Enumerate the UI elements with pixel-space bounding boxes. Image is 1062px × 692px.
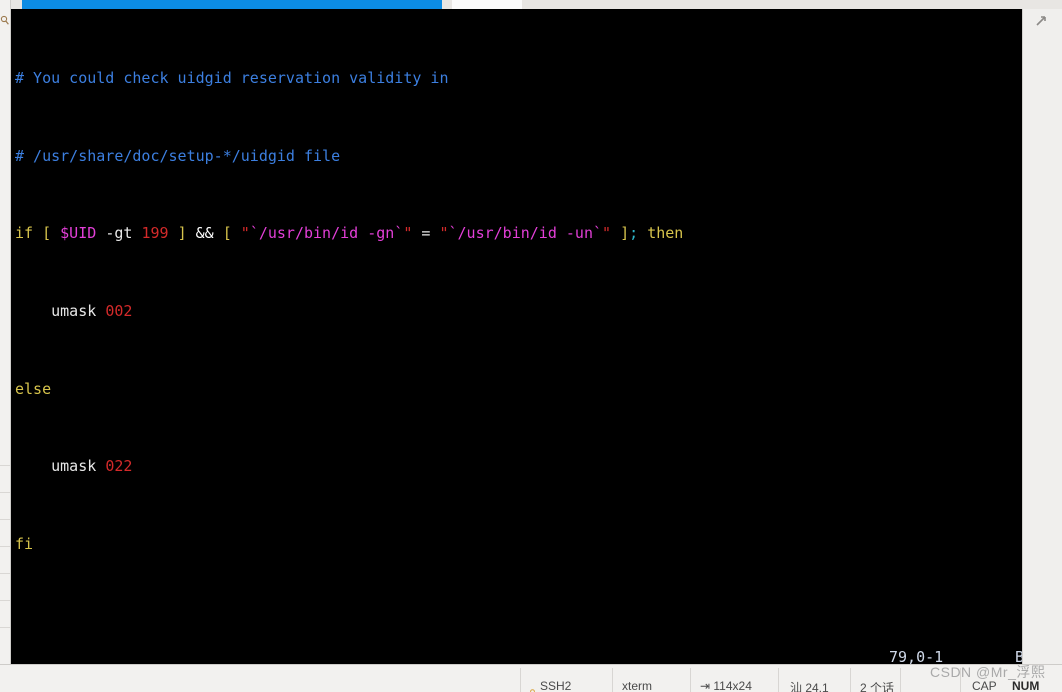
rail-divider xyxy=(0,627,10,628)
vim-buffer[interactable]: # You could check uidgid reservation val… xyxy=(15,11,1015,664)
status-terminal-type: xterm xyxy=(622,679,652,692)
status-cursor-position: 汕 24,1 xyxy=(790,681,829,692)
vim-status-line: 79,0-1 Bot xyxy=(15,648,1022,664)
status-session-count: 2 个话 xyxy=(860,681,895,692)
code-line: # You could check uidgid reservation val… xyxy=(15,69,1015,88)
rail-divider xyxy=(0,465,10,466)
tab-bar-empty-area xyxy=(522,0,1022,9)
status-divider xyxy=(690,668,691,692)
resize-grip-icon[interactable] xyxy=(1033,14,1049,30)
code-line: fi xyxy=(15,534,34,553)
left-dock-rail xyxy=(0,0,11,664)
rail-divider xyxy=(0,519,10,520)
status-divider xyxy=(612,668,613,692)
app-status-bar: SSH2 xterm ⇥ 114x24 汕 24,1 2 个话 CAP NUM xyxy=(0,664,1062,692)
code-line: # /usr/share/doc/setup-*/uidgid file xyxy=(15,147,1015,166)
code-line: umask 002 xyxy=(15,302,133,321)
search-icon[interactable] xyxy=(0,14,10,30)
status-divider xyxy=(850,668,851,692)
status-divider xyxy=(900,668,901,692)
code-line-text: # You could check uidgid reservation val… xyxy=(15,69,449,88)
rail-divider xyxy=(0,600,10,601)
rail-divider xyxy=(0,492,10,493)
code-line: umask 022 xyxy=(15,457,133,476)
right-panel-strip xyxy=(1022,9,1062,664)
status-divider xyxy=(520,668,521,692)
status-connection: SSH2 xyxy=(540,679,572,692)
code-line: else xyxy=(15,379,52,398)
lock-icon xyxy=(528,683,537,692)
rail-divider xyxy=(0,573,10,574)
watermark: CSDN @Mr_浮熙 xyxy=(930,664,1046,680)
code-line: if [ $UID -gt 199 ] && [ "`/usr/bin/id -… xyxy=(15,224,684,243)
status-divider xyxy=(778,668,779,692)
tab-bar-right-area xyxy=(1022,0,1062,9)
terminal-screen[interactable]: # You could check uidgid reservation val… xyxy=(11,9,1022,664)
rail-divider xyxy=(0,546,10,547)
code-line-text: # /usr/share/doc/setup-*/uidgid file xyxy=(15,146,341,165)
terminal-window: # You could check uidgid reservation val… xyxy=(0,0,1062,692)
tab-bar xyxy=(0,0,1062,9)
tab-secondary-session[interactable] xyxy=(452,0,523,9)
status-size: ⇥ 114x24 xyxy=(700,679,752,692)
tab-active-session[interactable] xyxy=(22,0,442,9)
